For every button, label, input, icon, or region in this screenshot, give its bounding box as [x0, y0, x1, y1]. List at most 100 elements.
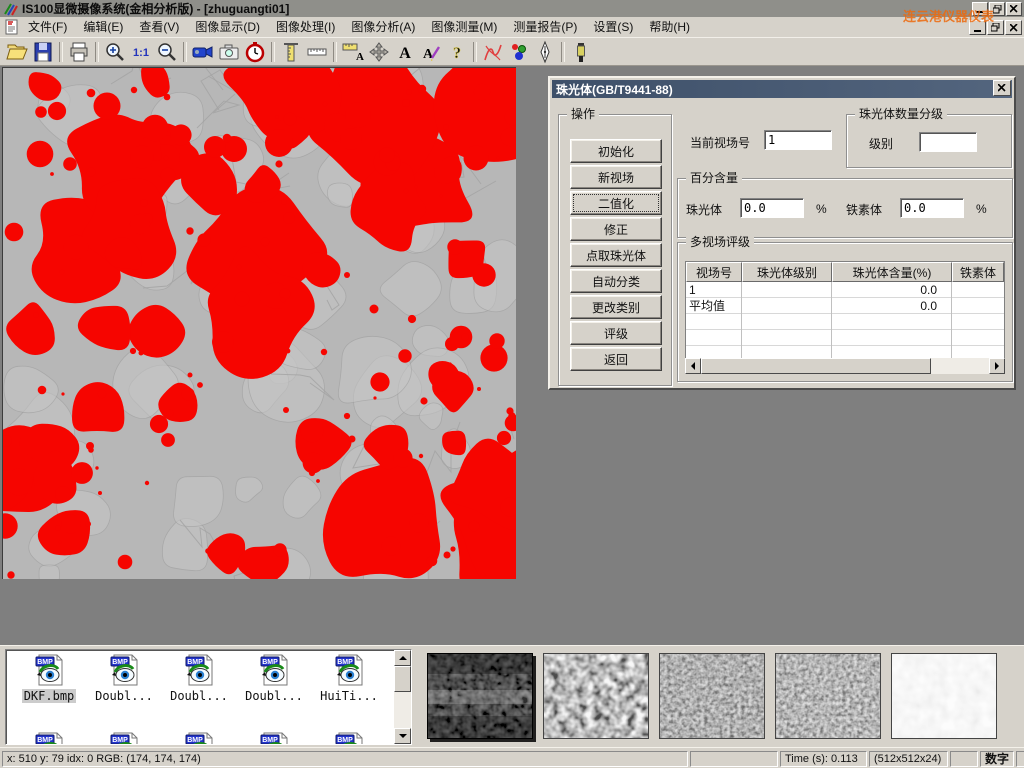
file-item[interactable]: BMPDoubl... [87, 654, 161, 703]
camera-icon[interactable] [216, 40, 242, 64]
zoom-in-icon[interactable] [102, 40, 128, 64]
file-name: Doubl... [93, 689, 155, 703]
rating-table[interactable]: 视场号珠光体级别珠光体含量(%)铁素体 10.0平均值0.0 [685, 261, 1005, 359]
file-name: Doubl... [168, 689, 230, 703]
save-icon[interactable] [30, 40, 56, 64]
brush-icon[interactable] [568, 40, 594, 64]
current-field-input[interactable] [764, 130, 832, 150]
file-item[interactable]: BMP [312, 732, 386, 745]
percent-group: 百分含量 珠光体 % 铁素体 % [677, 178, 1013, 238]
micrograph-image[interactable] [2, 67, 516, 579]
table-row[interactable]: 平均值0.0 [686, 298, 1004, 314]
scroll-down-button[interactable] [394, 728, 411, 744]
thumbnail-image[interactable] [891, 653, 997, 739]
column-header-1[interactable]: 视场号 [686, 262, 742, 282]
percent-group-label: 百分含量 [686, 171, 742, 185]
bmp-file-icon: BMP [237, 654, 311, 689]
menu-item-6[interactable]: 图像分析(A) [343, 17, 423, 37]
app-icon [3, 2, 18, 16]
toolbar-separator [561, 42, 565, 62]
dialog-title-bar[interactable]: 珠光体(GB/T9441-88) [552, 80, 1012, 98]
column-header-3[interactable]: 珠光体含量(%) [832, 262, 952, 282]
actual-size-icon[interactable]: 1:1 [128, 40, 154, 64]
thumbnail-image[interactable] [543, 653, 649, 739]
level-input[interactable] [919, 132, 977, 152]
operations-group: 操作 初始化新视场二值化修正点取珠光体自动分类更改类别评级返回 [558, 114, 672, 386]
scroll-track[interactable] [701, 358, 989, 374]
file-item[interactable]: BMP [237, 732, 311, 745]
move-icon[interactable] [366, 40, 392, 64]
mdi-close-button[interactable] [1005, 20, 1022, 35]
svg-text:?: ? [453, 45, 461, 62]
menu-item-3[interactable]: 查看(V) [131, 17, 187, 37]
file-item[interactable]: BMP [12, 732, 86, 745]
file-item[interactable]: BMPDKF.bmp [12, 654, 86, 703]
file-item[interactable]: BMPDoubl... [162, 654, 236, 703]
zoom-out-icon[interactable] [154, 40, 180, 64]
thumbnail-image[interactable] [775, 653, 881, 739]
op-button-6[interactable]: 自动分类 [570, 269, 662, 293]
dialog-close-button[interactable] [993, 80, 1011, 96]
op-button-7[interactable]: 更改类别 [570, 295, 662, 319]
curve-tool-icon[interactable] [480, 40, 506, 64]
ruler-horizontal-icon[interactable] [304, 40, 330, 64]
op-button-2[interactable]: 新视场 [570, 165, 662, 189]
menu-items: 文件(F)编辑(E)查看(V)图像显示(D)图像处理(I)图像分析(A)图像测量… [20, 17, 698, 37]
op-button-5[interactable]: 点取珠光体 [570, 243, 662, 267]
menu-item-10[interactable]: 帮助(H) [641, 17, 698, 37]
column-header-2[interactable]: 珠光体级别 [742, 262, 832, 282]
file-item[interactable]: BMP [87, 732, 161, 745]
menu-item-2[interactable]: 编辑(E) [75, 17, 131, 37]
file-item[interactable]: BMP [162, 732, 236, 745]
op-button-4[interactable]: 修正 [570, 217, 662, 241]
op-button-8[interactable]: 评级 [570, 321, 662, 345]
ruler-vertical-icon[interactable] [278, 40, 304, 64]
op-button-9[interactable]: 返回 [570, 347, 662, 371]
grading-group: 珠光体数量分级 级别 [846, 114, 1012, 168]
status-empty-1 [690, 751, 778, 767]
menu-item-7[interactable]: 图像测量(M) [423, 17, 505, 37]
table-row[interactable]: 10.0 [686, 282, 1004, 298]
ruler-text-icon[interactable]: A [340, 40, 366, 64]
scroll-thumb[interactable] [701, 358, 931, 374]
filelist-vscrollbar[interactable] [394, 650, 411, 744]
color-dots-icon[interactable] [506, 40, 532, 64]
text-icon[interactable]: A [392, 40, 418, 64]
pearlite-percent-input[interactable] [740, 198, 804, 218]
open-folder-icon[interactable] [4, 40, 30, 64]
thumbnail-image[interactable] [427, 653, 533, 739]
menu-item-8[interactable]: 测量报告(P) [505, 17, 585, 37]
help-icon[interactable]: ? [444, 40, 470, 64]
table-hscrollbar[interactable] [685, 358, 1005, 374]
table-cell: 1 [686, 282, 742, 298]
toolbar-separator [271, 42, 275, 62]
scroll-left-button[interactable] [685, 358, 701, 374]
menu-item-5[interactable]: 图像处理(I) [268, 17, 343, 37]
op-button-1[interactable]: 初始化 [570, 139, 662, 163]
file-item[interactable]: BMPHuiTi... [312, 654, 386, 703]
close-button[interactable] [1006, 2, 1022, 16]
timer-icon[interactable] [242, 40, 268, 64]
column-header-4[interactable]: 铁素体 [952, 262, 1004, 282]
bottom-panel: BMPDKF.bmpBMPBMPDoubl...BMPBMPDoubl...BM… [0, 645, 1024, 747]
scroll-right-button[interactable] [989, 358, 1005, 374]
title-bar: IS100显微摄像系统(金相分析版) - [zhuguangti01] [0, 0, 1024, 17]
menu-item-1[interactable]: 文件(F) [20, 17, 75, 37]
scroll-up-button[interactable] [394, 650, 411, 666]
menu-item-4[interactable]: 图像显示(D) [187, 17, 268, 37]
print-icon[interactable] [66, 40, 92, 64]
file-name: Doubl... [243, 689, 305, 703]
table-cell [742, 298, 832, 314]
toolbar-separator [183, 42, 187, 62]
styled-text-icon[interactable]: A [418, 40, 444, 64]
thumbnail-image[interactable] [659, 653, 765, 739]
ferrite-percent-input[interactable] [900, 198, 964, 218]
file-item[interactable]: BMPDoubl... [237, 654, 311, 703]
current-field-label: 当前视场号 [690, 134, 750, 151]
pen-icon[interactable] [532, 40, 558, 64]
video-camera-icon[interactable] [190, 40, 216, 64]
scroll-thumb[interactable] [394, 666, 411, 692]
menu-item-9[interactable]: 设置(S) [585, 17, 641, 37]
op-button-3[interactable]: 二值化 [570, 191, 662, 215]
table-gridline [831, 282, 832, 358]
